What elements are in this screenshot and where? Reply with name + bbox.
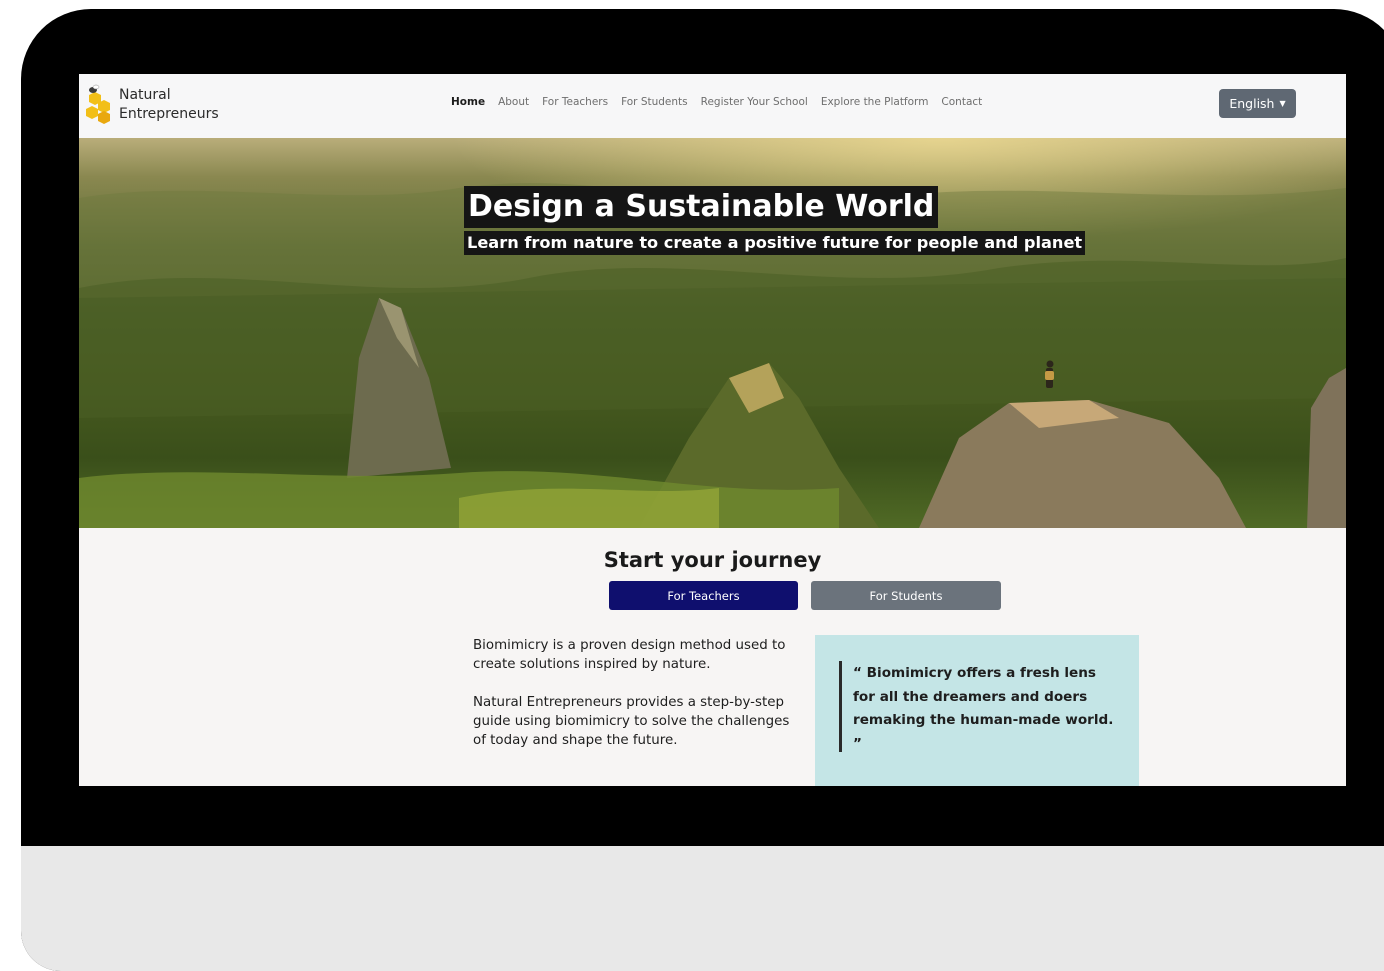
nav-for-students[interactable]: For Students (621, 96, 688, 108)
nav-home[interactable]: Home (451, 96, 485, 108)
quote-card: “ Biomimicry offers a fresh lens for all… (815, 635, 1139, 786)
for-teachers-button[interactable]: For Teachers (609, 581, 798, 610)
brand-name: Natural Entrepreneurs (119, 86, 219, 124)
bee-hexagon-logo-icon (86, 84, 110, 124)
language-label: English (1229, 96, 1275, 111)
nav-for-teachers[interactable]: For Teachers (542, 96, 608, 108)
hero-subtitle: Learn from nature to create a positive f… (464, 231, 1086, 255)
quote-border (839, 661, 842, 752)
nav-links: Home About For Teachers For Students Reg… (451, 96, 982, 108)
navbar: Natural Entrepreneurs Home About For Tea… (79, 74, 1346, 138)
intro-paragraph-1: Biomimicry is a proven design method use… (473, 638, 786, 672)
monitor-frame: Natural Entrepreneurs Home About For Tea… (21, 9, 1384, 971)
hero-banner: Design a Sustainable World Learn from na… (79, 138, 1346, 528)
intro-paragraph-2: Natural Entrepreneurs provides a step-by… (473, 695, 790, 748)
monitor-chin (21, 846, 1384, 971)
brand-line-1: Natural (119, 87, 171, 103)
quote-text: “ Biomimicry offers a fresh lens for all… (853, 665, 1114, 752)
brand-line-2: Entrepreneurs (119, 106, 219, 122)
brand[interactable]: Natural Entrepreneurs (81, 83, 219, 127)
journey-heading: Start your journey (603, 548, 822, 572)
nav-about[interactable]: About (498, 96, 529, 108)
hero-title: Design a Sustainable World (464, 186, 939, 228)
nav-explore-platform[interactable]: Explore the Platform (821, 96, 929, 108)
language-dropdown-button[interactable]: English ▼ (1219, 89, 1296, 118)
nav-contact[interactable]: Contact (941, 96, 982, 108)
nav-register-school[interactable]: Register Your School (701, 96, 808, 108)
for-students-button[interactable]: For Students (811, 581, 1001, 610)
intro-text: Biomimicry is a proven design method use… (473, 636, 791, 769)
caret-down-icon: ▼ (1279, 99, 1286, 108)
browser-viewport: Natural Entrepreneurs Home About For Tea… (79, 74, 1346, 786)
